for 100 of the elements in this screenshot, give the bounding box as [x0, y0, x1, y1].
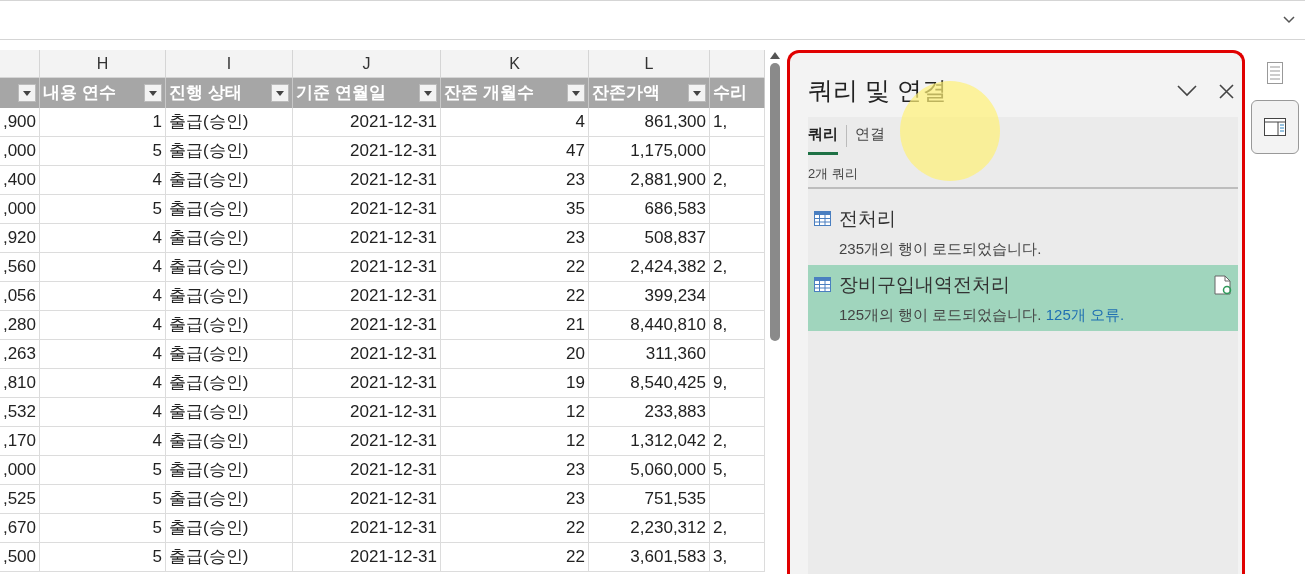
panel-title: 쿼리 및 연결	[808, 75, 948, 107]
expand-chevron-icon[interactable]	[1283, 16, 1295, 24]
query-status: 125개의 행이 로드되었습니다. 125개 오류.	[839, 304, 1126, 325]
table-cell-text: 출급(승인)	[169, 314, 249, 337]
table-cell-text: 출급(승인)	[169, 256, 249, 279]
table-cell-text: 5	[152, 140, 162, 163]
table-cell-text: 출급(승인)	[169, 459, 249, 482]
table-cell-text: ,000	[2, 459, 36, 482]
table-cell-text: 1,175,000	[630, 140, 706, 163]
query-item[interactable]: 장비구입내역전처리 125개의 행이 로드되었습니다. 125개 오류.	[808, 265, 1238, 331]
table-cell-text: 8,	[713, 314, 728, 337]
table-cell-text: 5	[152, 488, 162, 511]
table-cell-text: 4	[152, 285, 162, 308]
table-cell-text: 2021-12-31	[350, 256, 437, 279]
table-cell-text: 4	[152, 169, 162, 192]
table-cell-text: 2021-12-31	[350, 488, 437, 511]
table-cell-text: 5	[152, 517, 162, 540]
table-cell-text: 2021-12-31	[350, 111, 437, 134]
table-cell-text: 2,881,900	[630, 169, 706, 192]
table-cell-text: ,560	[2, 256, 36, 279]
table-cell-text: 2021-12-31	[350, 430, 437, 453]
column-letter[interactable]: J	[362, 51, 371, 76]
close-icon[interactable]	[1219, 83, 1234, 99]
table-cell-text: 1,312,042	[630, 430, 706, 453]
pane-icon	[1264, 118, 1286, 136]
table-cell-text: 751,535	[644, 488, 706, 511]
table-cell-text: 2,424,382	[630, 256, 706, 279]
dropdown-arrow-icon	[693, 90, 701, 96]
column-letter[interactable]: I	[226, 51, 232, 76]
filter-button[interactable]	[688, 84, 706, 102]
filter-button[interactable]	[567, 84, 585, 102]
table-cell-text: 22	[566, 256, 585, 279]
table-cell-text: 2021-12-31	[350, 285, 437, 308]
table-cell-text: 2021-12-31	[350, 372, 437, 395]
table-cell-text: 8,540,425	[630, 372, 706, 395]
table-cell-text: 4	[152, 256, 162, 279]
table-cell-text: 3,	[713, 546, 728, 569]
table-cell-text: ,500	[2, 546, 36, 569]
dropdown-arrow-icon	[276, 90, 284, 96]
table-cell-text: 4	[152, 430, 162, 453]
table-cell-text: 508,837	[644, 227, 706, 250]
panel-tab[interactable]: 쿼리	[808, 116, 838, 155]
table-cell-text: 5,	[713, 459, 728, 482]
table-cell-text: ,670	[2, 517, 36, 540]
table-cell-text: 686,583	[644, 198, 706, 221]
table-icon	[814, 211, 831, 226]
queries-pane-button[interactable]	[1251, 100, 1299, 154]
filter-button[interactable]	[419, 84, 437, 102]
table-cell-text: 출급(승인)	[169, 546, 249, 569]
sheet-icon[interactable]	[1267, 62, 1283, 84]
column-letter[interactable]: L	[644, 51, 654, 76]
table-cell-text: ,000	[2, 198, 36, 221]
table-cell-text: 출급(승인)	[169, 343, 249, 366]
table-cell-text: 2021-12-31	[350, 140, 437, 163]
table-cell-text: ,400	[2, 169, 36, 192]
table-cell-text: 19	[566, 372, 585, 395]
table-cell-text: 2021-12-31	[350, 517, 437, 540]
filter-button[interactable]	[271, 84, 289, 102]
panel-tab[interactable]: 연결	[855, 116, 885, 155]
table-cell-text: 47	[566, 140, 585, 163]
table-cell-text: 2021-12-31	[350, 401, 437, 424]
header-cell: 잔존 개월수	[441, 78, 589, 108]
column-letter[interactable]: H	[96, 51, 109, 76]
scroll-up-icon[interactable]	[770, 52, 780, 59]
table-cell-text: ,810	[2, 372, 36, 395]
table-cell-text: ,532	[2, 401, 36, 424]
table-cell-text: ,280	[2, 314, 36, 337]
dropdown-arrow-icon	[149, 90, 157, 96]
table-cell-text: 22	[566, 546, 585, 569]
table-cell-text: 출급(승인)	[169, 372, 249, 395]
table-cell-text: 23	[566, 459, 585, 482]
table-cell-text: 2,230,312	[630, 517, 706, 540]
query-name: 장비구입내역전처리	[839, 273, 1011, 297]
scroll-thumb[interactable]	[770, 63, 780, 341]
dropdown-arrow-icon	[572, 90, 580, 96]
table-cell-text: 21	[566, 314, 585, 337]
table-cell-text: 4	[152, 343, 162, 366]
table-cell-text: 5	[152, 546, 162, 569]
table-cell-text: 22	[566, 517, 585, 540]
table-cell-text: 35	[566, 198, 585, 221]
header-cell: 진행 상태	[166, 78, 293, 108]
table-cell-text: 2,	[713, 430, 728, 453]
table-cell-text: 2,	[713, 517, 728, 540]
refresh-document-icon[interactable]	[1214, 275, 1232, 295]
table-cell-text: 3,601,583	[630, 546, 706, 569]
table-cell-text: 23	[566, 488, 585, 511]
query-item[interactable]: 전처리 235개의 행이 로드되었습니다.	[808, 199, 1238, 265]
table-cell-text: 4	[152, 372, 162, 395]
header-cell: 수리	[710, 78, 765, 108]
filter-button[interactable]	[144, 84, 162, 102]
column-letter[interactable]: K	[509, 51, 520, 76]
table-cell-text: 4	[152, 401, 162, 424]
table-cell-text: ,170	[2, 430, 36, 453]
chevron-down-icon[interactable]	[1177, 85, 1197, 97]
table-cell-text: 5	[152, 459, 162, 482]
filter-button[interactable]	[18, 84, 36, 102]
table-cell-text: 8,440,810	[630, 314, 706, 337]
dropdown-arrow-icon	[424, 90, 432, 96]
table-cell-text: 4	[575, 111, 585, 134]
dropdown-arrow-icon	[23, 90, 31, 96]
